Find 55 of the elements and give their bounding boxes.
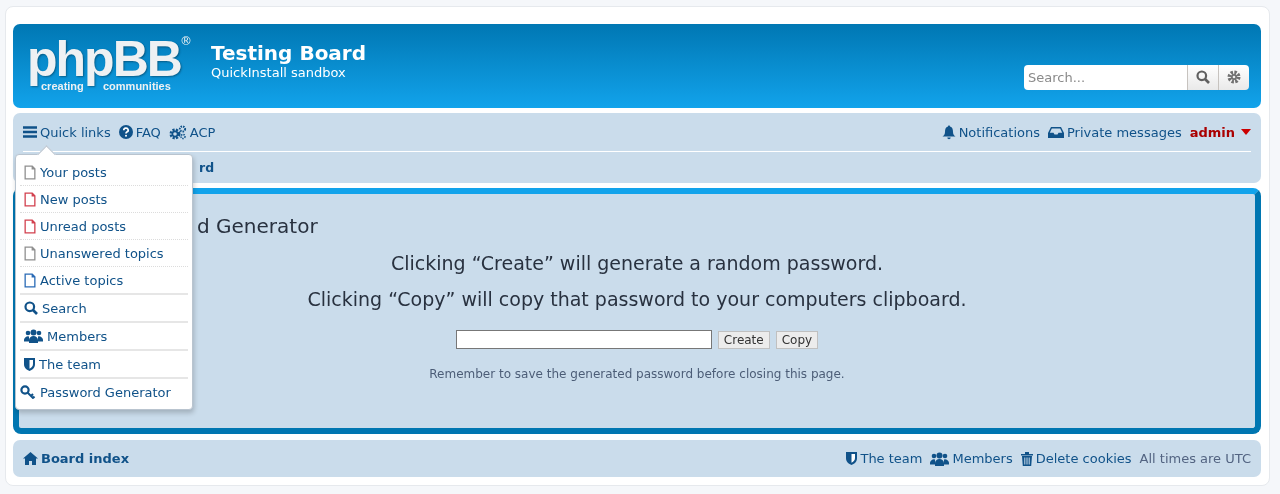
members-icon [24, 329, 43, 343]
document-icon [24, 272, 36, 288]
password-field[interactable] [455, 330, 712, 349]
advanced-search-button[interactable] [1218, 64, 1249, 90]
key-icon [20, 385, 36, 399]
members-icon [930, 451, 950, 466]
footer-link[interactable]: Members [930, 451, 1013, 466]
nav-link[interactable]: ACP [168, 124, 216, 140]
nav-link[interactable]: FAQ [118, 124, 161, 140]
bell-icon [941, 124, 956, 140]
menu-icon [23, 126, 37, 138]
site-logo[interactable]: phpBB® creating communities [27, 36, 189, 96]
breadcrumb-link[interactable]: rd [199, 160, 215, 175]
menu-item[interactable]: Your posts [20, 159, 188, 186]
trash-icon [1020, 451, 1033, 466]
site-title: Testing Board [211, 40, 367, 65]
copy-button[interactable]: Copy [775, 330, 819, 349]
search-button[interactable] [1187, 64, 1218, 90]
board-index-link[interactable]: Board index [23, 451, 130, 466]
document-icon [24, 218, 36, 234]
inbox-icon [1048, 125, 1064, 139]
reminder-text: Remember to save the generated password before closing this page. [429, 367, 845, 381]
gears-icon [168, 124, 187, 140]
nav-link[interactable]: Quick links [23, 124, 111, 140]
shield-icon [24, 357, 35, 371]
nav-link[interactable]: Notifications [941, 124, 1040, 140]
caret-icon [1241, 129, 1251, 135]
document-icon [24, 164, 36, 180]
shield-icon [846, 452, 858, 465]
help-icon [118, 125, 133, 139]
instruction-text: Clicking “Create” will generate a random password. [390, 252, 884, 274]
nav-link[interactable]: Private messages [1048, 124, 1182, 140]
document-icon [24, 191, 36, 207]
search-icon [1196, 70, 1210, 84]
menu-item[interactable]: New posts [20, 186, 188, 213]
timezone-text: All times are UTC [1139, 451, 1251, 466]
menu-item[interactable]: Active topics [20, 267, 188, 295]
home-icon [23, 452, 38, 465]
menu-item[interactable]: Unread posts [20, 213, 188, 240]
user-menu[interactable]: admin [1189, 124, 1251, 140]
menu-item[interactable]: Members [20, 323, 188, 351]
settings-icon [1227, 70, 1241, 84]
menu-item[interactable]: Unanswered topics [20, 240, 188, 267]
page-heading: d Generator [197, 214, 319, 238]
search-icon [24, 301, 38, 315]
menu-item[interactable]: The team [20, 351, 188, 379]
search-field[interactable]: Search... [1024, 64, 1187, 90]
site-description: QuickInstall sandbox [211, 64, 347, 80]
instruction-text: Clicking “Copy” will copy that password to your computers clipboard. [307, 288, 967, 310]
document-icon [24, 245, 36, 261]
menu-item[interactable]: Password Generator [20, 379, 188, 405]
footer-link[interactable]: Delete cookies [1020, 451, 1132, 466]
create-button[interactable]: Create [717, 330, 770, 349]
footer-link[interactable]: The team [846, 451, 923, 466]
menu-item[interactable]: Search [20, 295, 188, 323]
